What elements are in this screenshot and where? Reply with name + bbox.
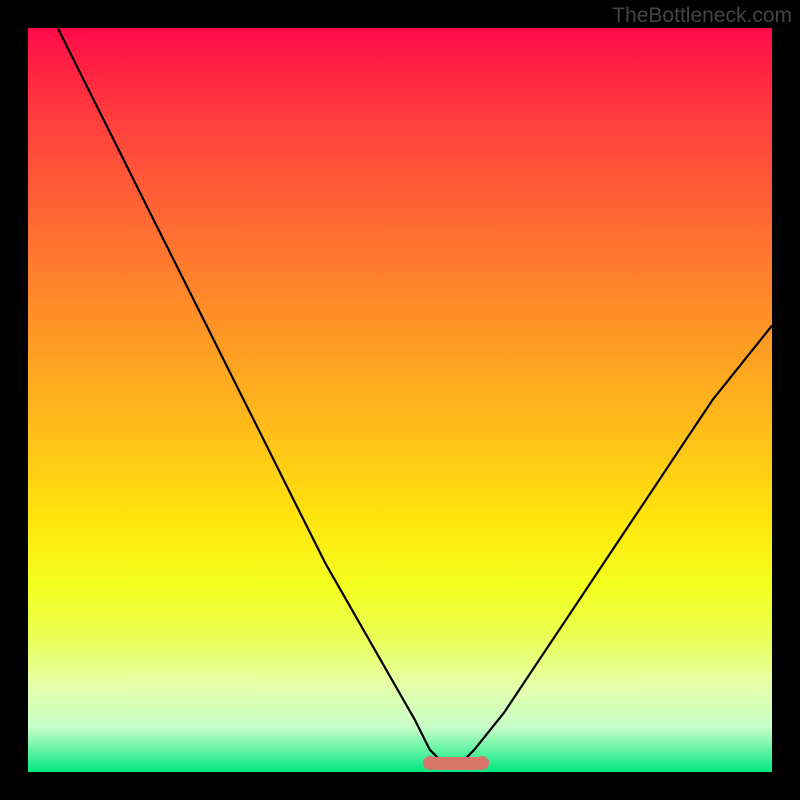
attribution-label: TheBottleneck.com (612, 4, 792, 28)
optimum-bar (430, 757, 482, 770)
bottleneck-curve (28, 28, 772, 772)
